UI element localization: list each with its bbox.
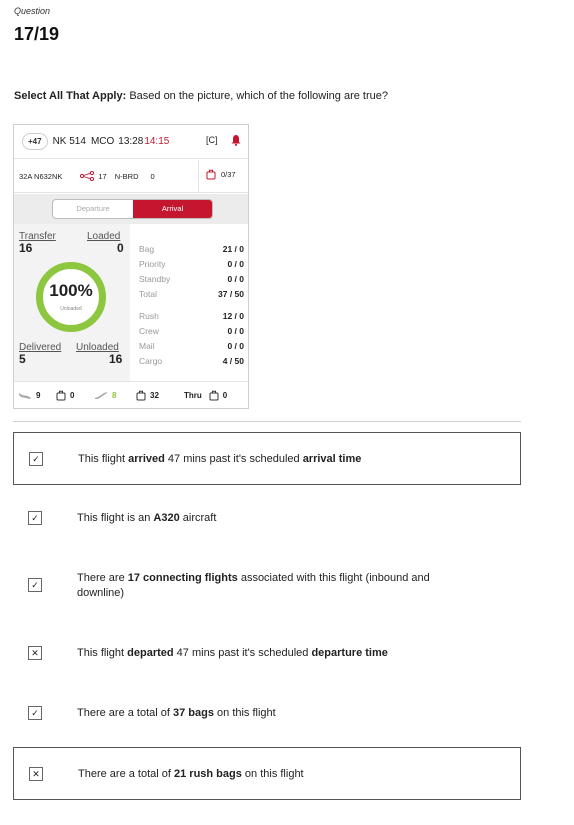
option-checkbox[interactable]: ✕	[28, 646, 42, 660]
inbound-count: 9	[18, 390, 40, 400]
category-label: Standby	[139, 274, 171, 284]
category-label: Rush	[139, 311, 159, 321]
actual-time: 14:15	[144, 136, 170, 147]
bell-icon	[231, 135, 241, 146]
category-label: Cargo	[139, 356, 163, 366]
option-text: This flight is an A320 aircraft	[77, 512, 217, 524]
option-checkbox[interactable]: ✓	[28, 706, 42, 720]
brd-value: 0	[150, 171, 155, 181]
plane-landing-icon	[19, 393, 31, 399]
unloaded-value: 16	[109, 352, 123, 366]
category-value: 0 / 0	[227, 341, 244, 351]
answer-option[interactable]: ✓ There are 17 connecting flights associ…	[13, 559, 521, 612]
scheduled-time: 13:28	[118, 136, 144, 147]
thru-count: Thru 0	[184, 390, 228, 401]
category-value: 37 / 50	[218, 289, 244, 299]
category-value: 0 / 0	[227, 259, 244, 269]
station-code: MCO	[90, 136, 115, 147]
option-text: This flight departed 47 mins past it's s…	[77, 647, 388, 659]
bag-a-count: 0	[56, 390, 74, 401]
divider	[13, 421, 521, 422]
category-label: Priority	[139, 259, 166, 269]
unloaded-percent: 100%	[49, 281, 93, 300]
loaded-value: 0	[117, 241, 124, 255]
question-prompt: Select All That Apply: Based on the pict…	[14, 90, 388, 102]
bag-category-list: Bag 21 / 0 Priority 0 / 0 Standby 0 / 0 …	[131, 224, 248, 381]
category-value: 21 / 0	[222, 244, 244, 254]
category-label: Total	[139, 289, 157, 299]
flight-number: NK 514	[52, 136, 86, 147]
option-text: There are a total of 37 bags on this fli…	[77, 707, 276, 719]
loaded-label: Loaded	[87, 231, 121, 242]
category-value: 0 / 0	[227, 274, 244, 284]
transfer-value: 16	[19, 241, 33, 255]
connections: 17	[80, 171, 107, 181]
tab-arrival: Arrival	[133, 200, 212, 218]
bag-stats-panel: Transfer 16 Loaded 0 100% Unloaded Deliv…	[14, 224, 130, 381]
answer-option[interactable]: ✕ There are a total of 21 rush bags on t…	[13, 747, 521, 800]
gate-tail: 32A N632NK	[19, 171, 63, 181]
flight-card-footer: 9 0 8 32 Thru 0	[14, 381, 248, 408]
answer-option[interactable]: ✕ This flight departed 47 mins past it's…	[13, 627, 521, 680]
option-text: There are a total of 21 rush bags on thi…	[78, 768, 304, 780]
share-icon	[80, 171, 95, 181]
option-checkbox[interactable]: ✕	[29, 767, 43, 781]
plane-takeoff-icon	[95, 392, 107, 399]
category-label: Mail	[139, 341, 155, 351]
brd-label: N-BRD	[114, 171, 139, 181]
category-value: 4 / 50	[222, 356, 244, 366]
option-text: This flight arrived 47 mins past it's sc…	[78, 453, 362, 465]
flight-card-image: +47 NK 514 MCO 13:28 14:15 [C] 32A N632N…	[13, 124, 249, 409]
prompt-bold: Select All That Apply:	[14, 90, 127, 102]
option-text: There are 17 connecting flights associat…	[77, 572, 430, 599]
question-number: 17/19	[14, 24, 60, 44]
bag-b-count: 32	[136, 390, 159, 401]
bag-icon	[56, 390, 66, 401]
outbound-count: 8	[94, 390, 116, 400]
bag-icon	[136, 390, 146, 401]
option-checkbox[interactable]: ✓	[29, 452, 43, 466]
option-checkbox[interactable]: ✓	[28, 511, 42, 525]
flight-card-header: +47 NK 514 MCO 13:28 14:15 [C]	[14, 125, 248, 159]
answer-option[interactable]: ✓ This flight arrived 47 mins past it's …	[13, 432, 521, 485]
question-label: Question	[14, 6, 51, 16]
bag-icon	[209, 390, 219, 401]
category-label: Bag	[139, 244, 155, 254]
delay-badge: +47	[22, 133, 48, 150]
bag-icon	[206, 169, 216, 180]
delivered-value: 5	[19, 352, 26, 366]
departure-arrival-toggle: Departure Arrival	[52, 199, 213, 219]
status-code: [C]	[206, 135, 218, 145]
prompt-text: Based on the picture, which of the follo…	[126, 90, 388, 102]
category-value: 12 / 0	[222, 311, 244, 321]
option-checkbox[interactable]: ✓	[28, 578, 42, 592]
unloaded-progress-ring: 100% Unloaded	[36, 262, 106, 332]
flight-info-row: 32A N632NK 17 N-BRD 0 0/37	[14, 160, 248, 193]
category-value: 0 / 0	[227, 326, 244, 336]
answer-option[interactable]: ✓ This flight is an A320 aircraft	[13, 492, 521, 545]
tab-departure: Departure	[76, 204, 110, 213]
category-label: Crew	[139, 326, 159, 336]
unloaded-percent-label: Unloaded	[60, 306, 82, 312]
bag-count: 0/37	[206, 169, 236, 180]
answer-option[interactable]: ✓ There are a total of 37 bags on this f…	[13, 687, 521, 740]
